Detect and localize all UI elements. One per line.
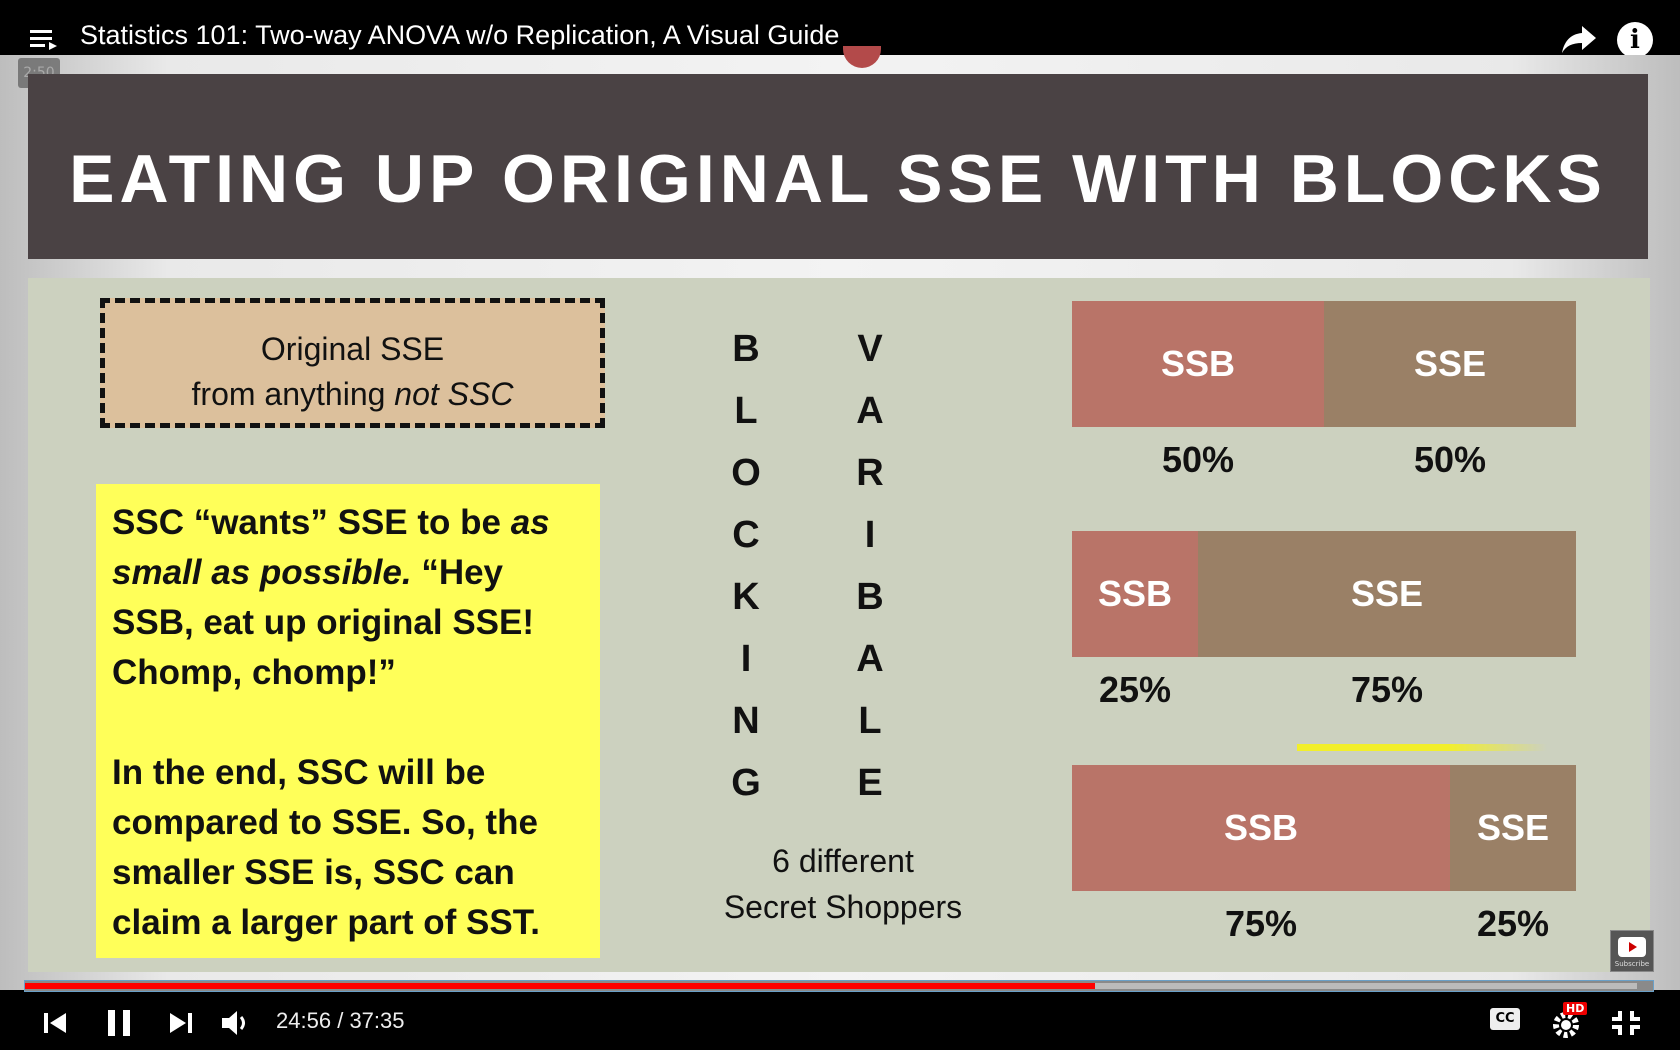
video-title[interactable]: Statistics 101: Two-way ANOVA w/o Replic…	[80, 20, 839, 51]
ssb-segment: SSB	[1072, 765, 1450, 891]
original-sse-line2: from anything not SSC	[105, 372, 600, 417]
time-separator: /	[337, 1008, 344, 1033]
variable-letter: R	[856, 452, 884, 494]
shoppers-line2: Secret Shoppers	[723, 889, 963, 925]
highlight-underline	[1297, 744, 1547, 751]
ssb-segment: SSB	[1072, 531, 1198, 657]
blocking-letter: N	[732, 700, 760, 742]
ssb-percent: 75%	[1224, 903, 1298, 944]
sse-percent: 25%	[1476, 903, 1550, 944]
hd-badge: HD	[1563, 1002, 1588, 1015]
variable-letter: B	[856, 576, 884, 618]
youtube-logo-icon	[1618, 937, 1646, 957]
progress-bar[interactable]	[24, 980, 1654, 992]
original-sse-line1: Original SSE	[260, 331, 445, 367]
time-display: 24:56 / 37:35	[276, 1008, 405, 1034]
previous-icon[interactable]	[42, 1006, 68, 1040]
progress-played	[25, 983, 1095, 989]
volume-icon[interactable]	[220, 1006, 252, 1040]
blocking-letter: C	[732, 514, 760, 556]
ssb-percent: 25%	[1098, 669, 1172, 710]
current-time: 24:56	[276, 1008, 332, 1033]
original-sse-line2-em: not	[394, 376, 439, 412]
control-bar: 24:56 / 37:35 CC HD	[0, 994, 1680, 1050]
variable-letter: E	[857, 762, 883, 804]
next-icon[interactable]	[168, 1006, 194, 1040]
split-bar: SSB SSE	[1072, 531, 1576, 657]
split-bar: SSB SSE	[1072, 765, 1576, 891]
explanation-paragraph-2: In the end, SSC will be compared to SSE.…	[112, 753, 540, 942]
variable-letter: A	[856, 390, 884, 432]
original-sse-box: Original SSE from anything not SSC	[100, 298, 605, 428]
shoppers-line1: 6 different	[772, 843, 914, 879]
duration: 37:35	[349, 1008, 405, 1033]
sse-percent: 50%	[1413, 439, 1487, 480]
explanation-paragraph-1: SSC “wants” SSE to be as small as possib…	[112, 498, 584, 698]
secret-shoppers-caption: 6 different Secret Shoppers	[648, 838, 1038, 930]
blocking-letter: L	[734, 390, 758, 432]
variable-letter: I	[864, 514, 876, 556]
explanation-p1-a: SSC “wants” SSE to be	[112, 503, 511, 542]
share-icon[interactable]	[1560, 22, 1598, 56]
split-bar: SSB SSE	[1072, 301, 1576, 427]
variable-letter: V	[857, 328, 883, 370]
blocking-letter: K	[732, 576, 760, 618]
sse-segment: SSE	[1198, 531, 1576, 657]
blocking-letter: I	[740, 638, 752, 680]
ssb-percent: 50%	[1161, 439, 1235, 480]
sse-segment: SSE	[1450, 765, 1576, 891]
pause-icon[interactable]	[104, 1006, 134, 1040]
variable-letter: L	[858, 700, 882, 742]
playlist-menu-icon[interactable]	[30, 28, 58, 50]
blocking-letter: B	[732, 328, 760, 370]
subscribe-label: Subscribe	[1614, 960, 1650, 968]
sse-segment: SSE	[1324, 301, 1576, 427]
variable-letter: A	[856, 638, 884, 680]
captions-icon[interactable]: CC	[1490, 1008, 1520, 1030]
original-sse-line2-b: SSC	[438, 376, 514, 412]
blocking-letter: O	[731, 452, 761, 494]
sse-percent: 75%	[1350, 669, 1424, 710]
original-sse-line2-a: from anything	[191, 376, 395, 412]
exit-fullscreen-icon[interactable]	[1610, 1006, 1642, 1040]
blocking-letter: G	[731, 762, 761, 804]
ssb-segment: SSB	[1072, 301, 1324, 427]
subscribe-watermark[interactable]: Subscribe	[1610, 930, 1654, 972]
explanation-note: SSC “wants” SSE to be as small as possib…	[96, 484, 600, 958]
info-icon[interactable]: i	[1617, 22, 1653, 58]
slide-title: EATING UP ORIGINAL SSE WITH BLOCKS	[69, 141, 1607, 217]
slide-header: EATING UP ORIGINAL SSE WITH BLOCKS	[28, 74, 1648, 259]
